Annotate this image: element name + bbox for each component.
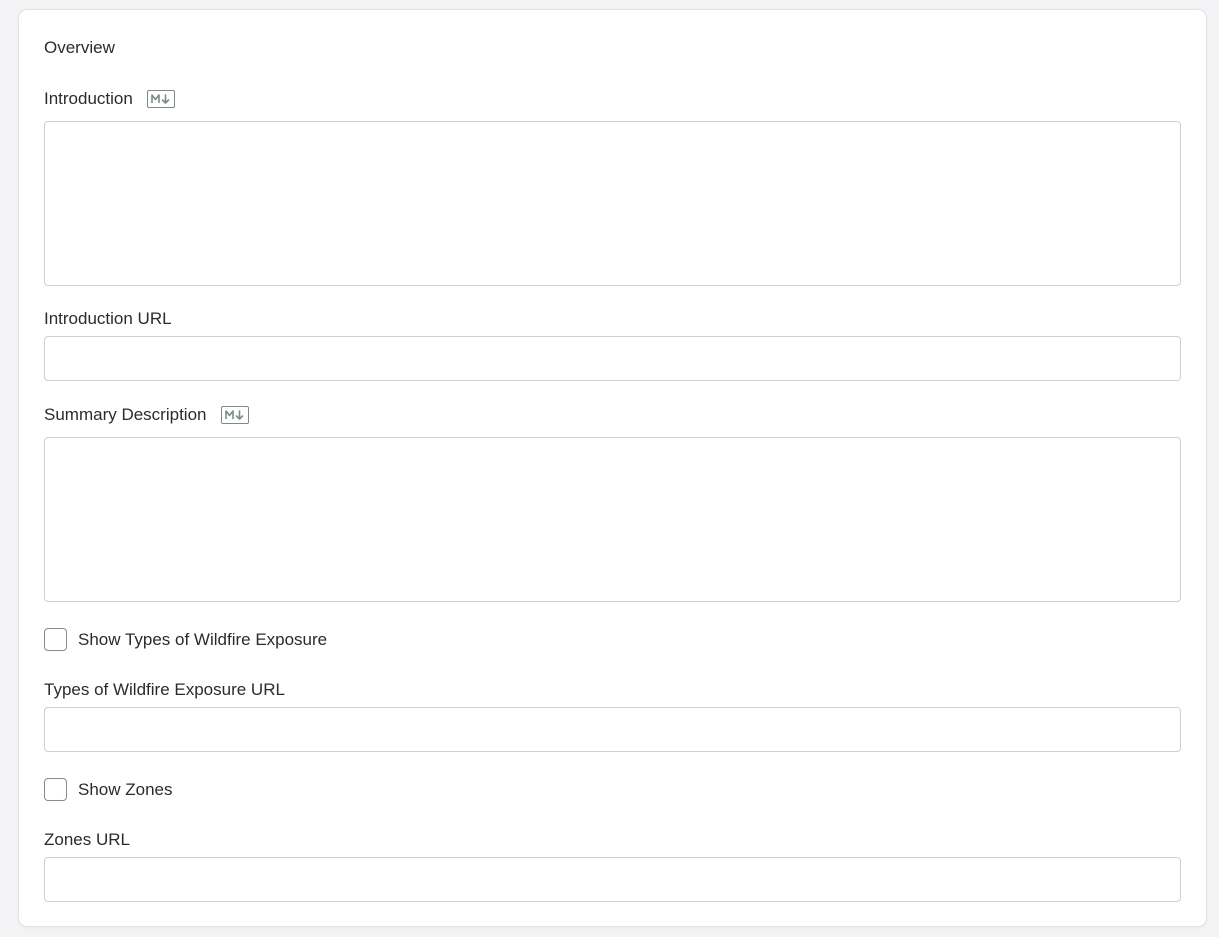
summary-description-label-row: Summary Description [44,405,249,425]
zones-url-input[interactable] [44,857,1181,902]
summary-description-textarea[interactable] [44,437,1181,602]
summary-description-label: Summary Description [44,405,207,424]
introduction-textarea[interactable] [44,121,1181,286]
show-types-of-wildfire-exposure-checkbox[interactable] [44,628,67,651]
section-title: Overview [44,38,115,57]
show-types-of-wildfire-exposure-label[interactable]: Show Types of Wildfire Exposure [78,630,327,650]
introduction-label: Introduction [44,89,133,108]
zones-url-label: Zones URL [44,830,130,849]
introduction-url-label: Introduction URL [44,309,172,328]
show-zones-label[interactable]: Show Zones [78,780,173,800]
markdown-icon [220,406,249,424]
introduction-label-row: Introduction [44,89,175,109]
show-zones-checkbox[interactable] [44,778,67,801]
overview-card: Overview Introduction Introduction URL S… [19,10,1206,926]
types-of-wildfire-exposure-url-label: Types of Wildfire Exposure URL [44,680,285,699]
types-of-wildfire-exposure-url-input[interactable] [44,707,1181,752]
introduction-url-input[interactable] [44,336,1181,381]
show-types-of-wildfire-exposure-row[interactable]: Show Types of Wildfire Exposure [44,628,327,651]
markdown-icon [146,90,175,108]
show-zones-row[interactable]: Show Zones [44,778,173,801]
